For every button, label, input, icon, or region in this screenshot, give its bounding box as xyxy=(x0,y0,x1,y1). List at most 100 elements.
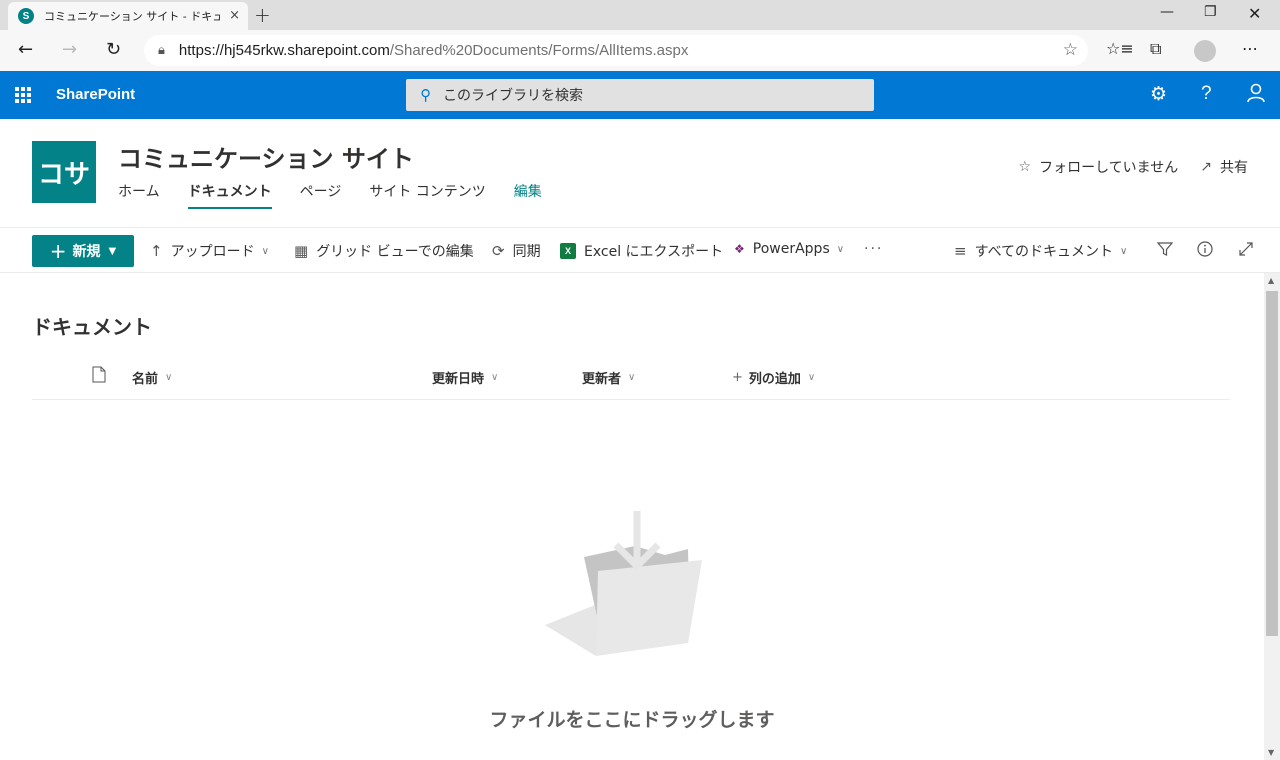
column-header-row: 名前 ∨ 更新日時 ∨ 更新者 ∨ + 列の追加 ∨ xyxy=(32,361,1230,400)
url-host: https://hj545rkw.sharepoint.com xyxy=(178,42,390,59)
profile-avatar[interactable] xyxy=(1194,40,1216,62)
site-header: コサ コミュニケーション サイト ホーム ドキュメント ページ サイト コンテン… xyxy=(0,119,1280,227)
share-button[interactable]: ↗ 共有 xyxy=(1200,157,1248,177)
favorite-star-icon[interactable]: ☆ xyxy=(1063,40,1078,60)
sharepoint-favicon-icon: S xyxy=(18,8,34,24)
follow-button[interactable]: ☆ フォローしていません xyxy=(1019,157,1179,177)
new-label: 新規 xyxy=(72,244,101,260)
minimize-icon[interactable]: — xyxy=(1160,4,1174,20)
grid-edit-label: グリッド ビューでの編集 xyxy=(316,244,474,260)
column-name[interactable]: 名前 ∨ xyxy=(132,368,172,387)
back-arrow-icon[interactable]: ← xyxy=(18,39,33,60)
sharepoint-brand[interactable]: SharePoint xyxy=(56,86,135,103)
help-icon[interactable]: ? xyxy=(1201,83,1212,105)
chevron-down-icon: ▼ xyxy=(108,245,117,257)
url-path: /Shared%20Documents/Forms/AllItems.aspx xyxy=(389,42,689,59)
restore-icon[interactable]: ❐ xyxy=(1204,4,1217,20)
scroll-up-icon[interactable]: ▲ xyxy=(1268,276,1274,285)
library-title: ドキュメント xyxy=(32,315,152,339)
library-search-box[interactable]: ⚲ このライブラリを検索 xyxy=(406,79,874,111)
excel-icon: X xyxy=(560,243,576,259)
lock-icon: 🔒︎ xyxy=(158,43,165,58)
new-tab-button[interactable]: + xyxy=(254,3,271,27)
search-icon: ⚲ xyxy=(420,86,431,104)
more-commands-button[interactable]: ··· xyxy=(864,241,883,257)
powerapps-button[interactable]: ❖ PowerApps ∨ xyxy=(734,241,844,257)
share-label: 共有 xyxy=(1220,160,1248,176)
sync-label: 同期 xyxy=(512,244,541,260)
upload-arrow-icon: ↑ xyxy=(150,242,163,260)
window-close-icon[interactable]: ✕ xyxy=(1248,4,1261,23)
sync-button[interactable]: ⟳ 同期 xyxy=(492,241,541,261)
follow-label: フォローしていません xyxy=(1039,160,1179,176)
upload-button[interactable]: ↑ アップロード ∨ xyxy=(150,241,269,261)
view-selector[interactable]: ≡ すべてのドキュメント ∨ xyxy=(954,241,1127,261)
sync-icon: ⟳ xyxy=(492,242,505,260)
export-excel-label: Excel にエクスポート xyxy=(584,244,724,260)
upload-label: アップロード xyxy=(170,244,255,260)
info-icon[interactable] xyxy=(1197,241,1213,257)
powerapps-label: PowerApps xyxy=(752,241,830,257)
chevron-down-icon: ∨ xyxy=(491,372,499,383)
share-icon: ↗ xyxy=(1200,159,1212,175)
grid-edit-button[interactable]: ▦ グリッド ビューでの編集 xyxy=(294,241,474,261)
chevron-down-icon: ∨ xyxy=(807,372,816,383)
tab-close-icon[interactable]: × xyxy=(229,8,240,23)
app-launcher-icon[interactable] xyxy=(15,87,31,103)
column-modified[interactable]: 更新日時 ∨ xyxy=(432,368,498,387)
scrollbar-thumb[interactable] xyxy=(1266,291,1278,636)
nav-site-contents[interactable]: サイト コンテンツ xyxy=(369,181,485,209)
browser-toolbar: ← → ↻ 🔒︎ https://hj545rkw.sharepoint.com… xyxy=(0,30,1280,71)
chevron-down-icon: ∨ xyxy=(836,243,845,255)
expand-icon[interactable] xyxy=(1238,241,1254,257)
column-modified-by-label: 更新者 xyxy=(582,372,622,387)
site-title[interactable]: コミュニケーション サイト xyxy=(118,139,414,174)
browser-tab[interactable]: S コミュニケーション サイト - ドキュメント - すべて × xyxy=(8,2,248,30)
column-modified-label: 更新日時 xyxy=(432,372,485,387)
browser-tab-strip: S コミュニケーション サイト - ドキュメント - すべて × + — ❐ ✕ xyxy=(0,0,1280,30)
add-column-label: 列の追加 xyxy=(748,372,801,387)
account-user-icon[interactable] xyxy=(1246,83,1266,108)
new-button[interactable]: + 新規 ▼ xyxy=(32,235,134,267)
view-label: すべてのドキュメント xyxy=(974,244,1114,260)
settings-gear-icon[interactable]: ⚙ xyxy=(1150,83,1167,105)
grid-icon: ▦ xyxy=(294,242,309,260)
nav-home[interactable]: ホーム xyxy=(118,181,160,209)
filter-icon[interactable] xyxy=(1157,241,1173,257)
command-bar: + 新規 ▼ ↑ アップロード ∨ ▦ グリッド ビューでの編集 ⟳ 同期 X … xyxy=(0,227,1280,273)
chevron-down-icon: ∨ xyxy=(1120,245,1128,257)
collections-icon[interactable]: ⧉ xyxy=(1150,39,1161,59)
plus-icon: + xyxy=(49,239,67,263)
column-modified-by[interactable]: 更新者 ∨ xyxy=(582,368,635,387)
nav-edit-link[interactable]: 編集 xyxy=(514,181,542,209)
file-type-icon[interactable] xyxy=(92,366,106,383)
scroll-down-icon[interactable]: ▼ xyxy=(1268,748,1274,757)
search-placeholder: このライブラリを検索 xyxy=(443,88,583,104)
empty-message: ファイルをここにドラッグします xyxy=(489,709,775,731)
powerapps-icon: ❖ xyxy=(734,242,745,256)
nav-documents[interactable]: ドキュメント xyxy=(187,181,272,209)
suite-bar: SharePoint ⚲ このライブラリを検索 ⚙ ? xyxy=(0,71,1280,119)
url-text: https://hj545rkw.sharepoint.com/Shared%2… xyxy=(179,42,688,59)
browser-more-icon[interactable]: ⋯ xyxy=(1242,39,1259,58)
header-actions: ☆ フォローしていません ↗ 共有 xyxy=(997,157,1248,177)
list-view-icon: ≡ xyxy=(954,242,967,260)
tab-title: コミュニケーション サイト - ドキュメント - すべて xyxy=(44,10,220,23)
chevron-down-icon: ∨ xyxy=(165,372,173,383)
address-bar[interactable]: 🔒︎ https://hj545rkw.sharepoint.com/Share… xyxy=(144,35,1088,66)
empty-folder-illustration xyxy=(545,511,702,656)
favorites-icon[interactable]: ☆≡ xyxy=(1106,39,1134,58)
site-navigation: ホーム ドキュメント ページ サイト コンテンツ 編集 xyxy=(118,181,570,209)
export-excel-button[interactable]: X Excel にエクスポート xyxy=(560,241,723,261)
forward-arrow-icon[interactable]: → xyxy=(62,39,77,60)
page-scrollbar[interactable]: ▲ ▼ xyxy=(1264,273,1280,760)
add-column-button[interactable]: + 列の追加 ∨ xyxy=(732,368,815,387)
reload-icon[interactable]: ↻ xyxy=(106,39,121,60)
chevron-down-icon: ∨ xyxy=(261,245,269,257)
star-icon: ☆ xyxy=(1018,159,1032,175)
chevron-down-icon: ∨ xyxy=(628,372,636,383)
column-name-label: 名前 xyxy=(132,372,159,387)
nav-pages[interactable]: ページ xyxy=(300,181,342,209)
site-logo[interactable]: コサ xyxy=(32,141,96,203)
plus-icon: + xyxy=(732,370,743,385)
